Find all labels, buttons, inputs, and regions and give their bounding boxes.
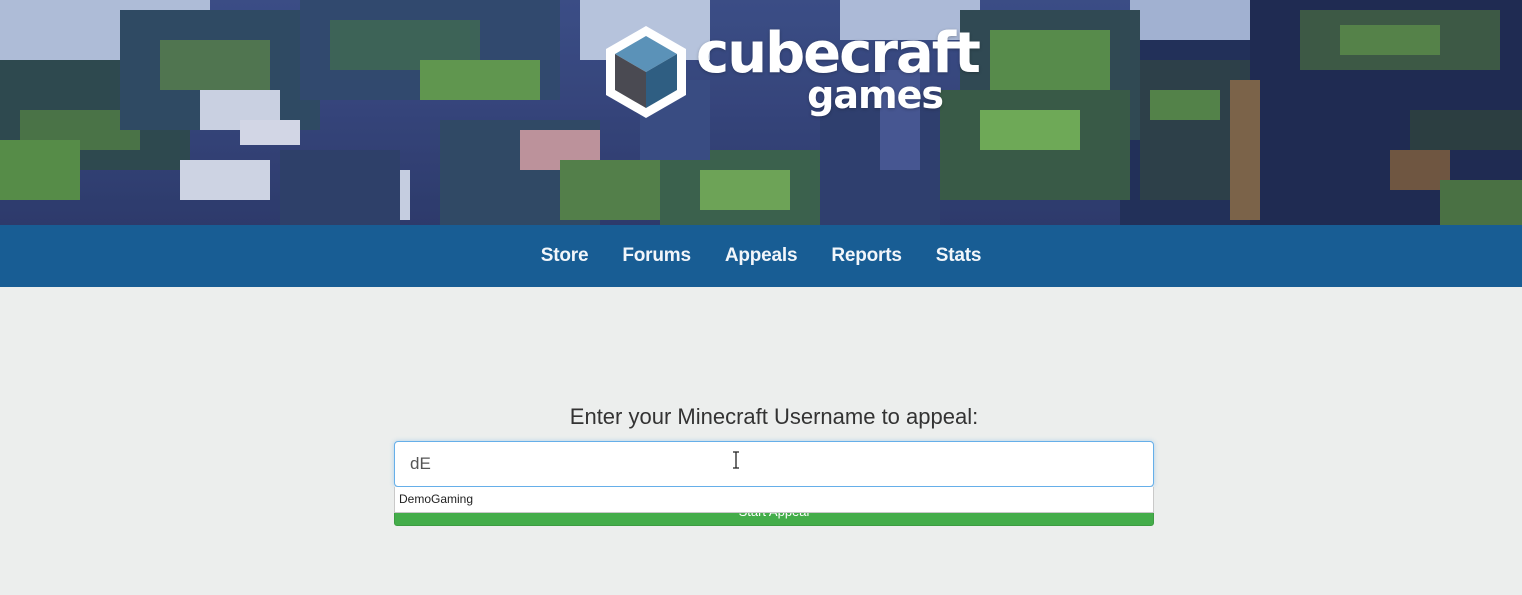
text-cursor-icon bbox=[733, 451, 739, 469]
logo-subtitle: games bbox=[807, 73, 944, 117]
nav-item-stats[interactable]: Stats bbox=[936, 245, 982, 267]
cube-logo-icon bbox=[606, 26, 686, 118]
username-input[interactable] bbox=[394, 441, 1154, 487]
username-suggestions: DemoGaming bbox=[394, 487, 1154, 513]
nav-item-store[interactable]: Store bbox=[541, 245, 589, 267]
appeal-prompt: Enter your Minecraft Username to appeal: bbox=[569, 404, 979, 429]
suggestion-item[interactable]: DemoGaming bbox=[395, 487, 1153, 511]
nav-item-appeals[interactable]: Appeals bbox=[725, 245, 798, 267]
nav-item-reports[interactable]: Reports bbox=[831, 245, 902, 267]
main-nav: Store Forums Appeals Reports Stats bbox=[0, 225, 1522, 287]
nav-item-forums[interactable]: Forums bbox=[622, 245, 691, 267]
cubecraft-logo[interactable]: cubecraft games bbox=[602, 22, 981, 122]
hero-banner: cubecraft games bbox=[0, 0, 1522, 225]
